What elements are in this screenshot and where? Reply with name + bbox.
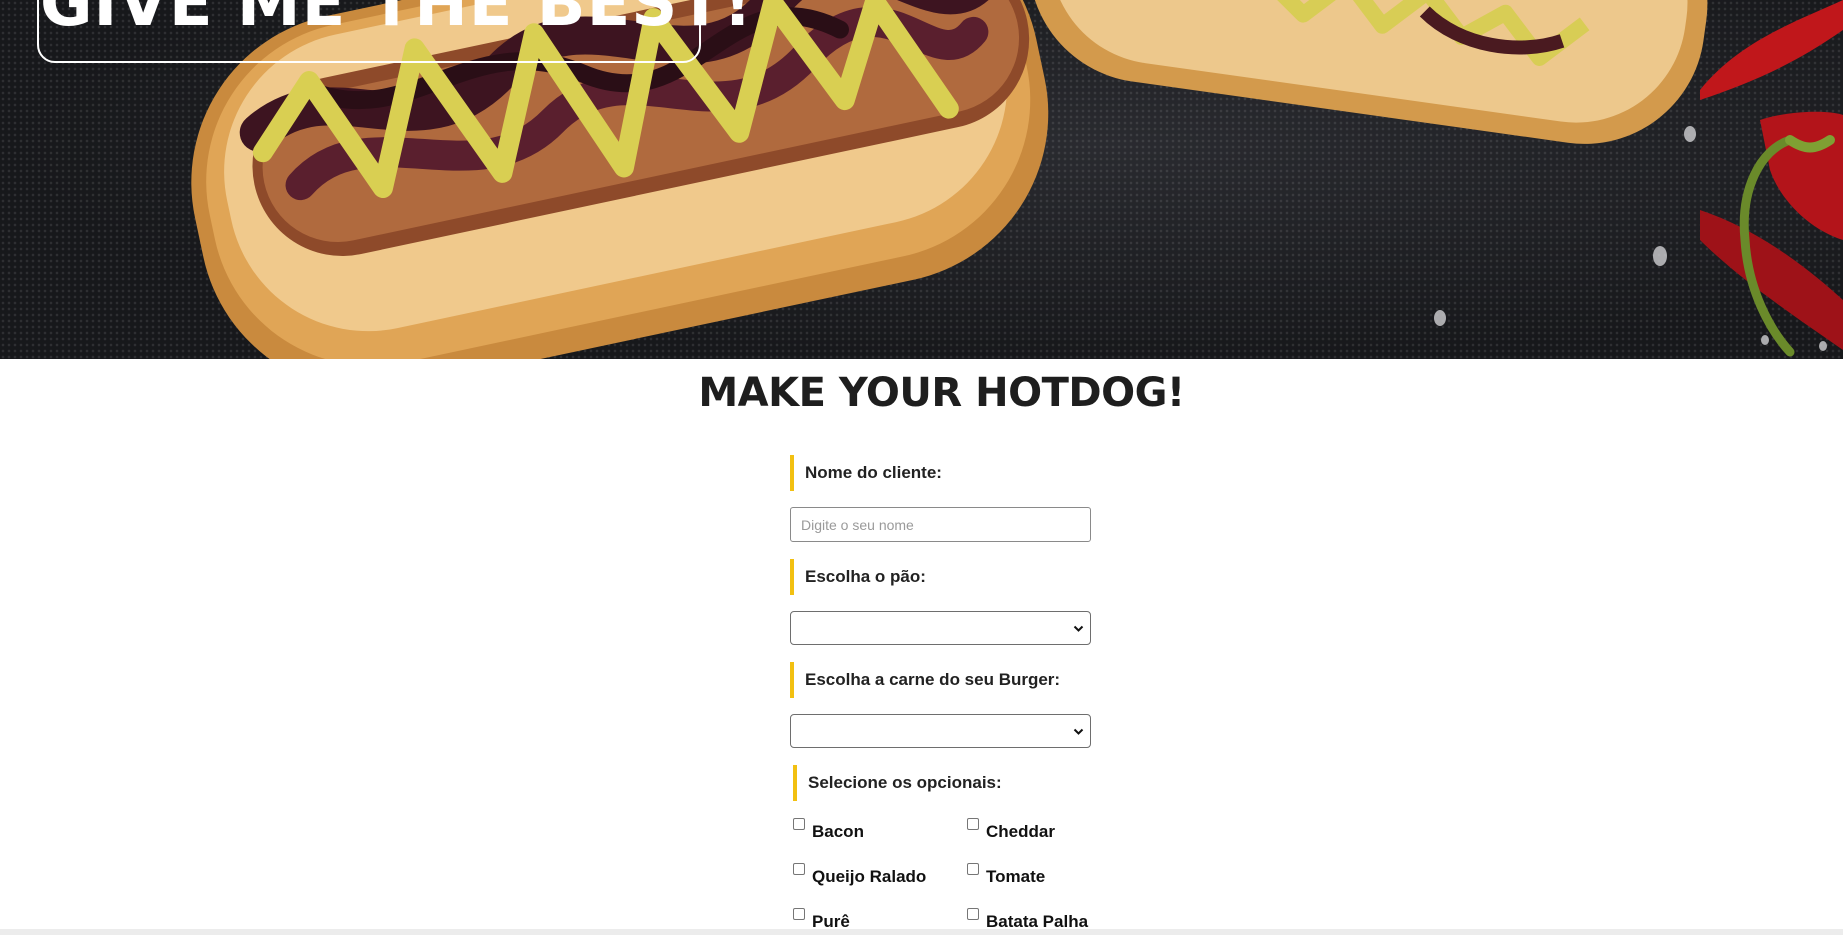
meat-label: Escolha a carne do seu Burger:: [790, 662, 1060, 698]
extras-label: Selecione os opcionais:: [793, 765, 1002, 801]
queijo-ralado-checkbox[interactable]: [793, 863, 805, 875]
hero-title: GIVE ME THE BEST!: [40, 0, 754, 41]
customer-name-input[interactable]: [790, 507, 1091, 542]
chevron-down-icon: [1073, 728, 1084, 735]
bottom-edge: [0, 929, 1843, 935]
customer-name-label: Nome do cliente:: [790, 455, 942, 491]
extra-option-label: Queijo Ralado: [812, 867, 927, 886]
extra-option-label: Tomate: [986, 867, 1046, 886]
extra-option-label: Cheddar: [986, 822, 1055, 841]
bacon-checkbox[interactable]: [793, 818, 805, 830]
chevron-down-icon: [1073, 625, 1084, 632]
meat-select[interactable]: [790, 714, 1091, 748]
bread-label: Escolha o pão:: [790, 559, 926, 595]
hero-banner: GIVE ME THE BEST!: [0, 0, 1843, 359]
batata-palha-checkbox[interactable]: [967, 908, 979, 920]
bread-select[interactable]: [790, 611, 1091, 645]
pure-checkbox[interactable]: [793, 908, 805, 920]
page-title: MAKE YOUR HOTDOG!: [698, 370, 1185, 416]
cheddar-checkbox[interactable]: [967, 818, 979, 830]
tomate-checkbox[interactable]: [967, 863, 979, 875]
extra-option-label: Bacon: [812, 822, 864, 841]
